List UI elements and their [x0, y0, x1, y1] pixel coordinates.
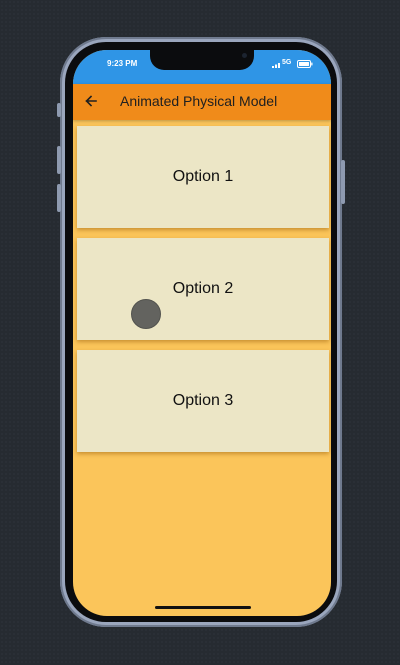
network-type: 5G [282, 59, 292, 66]
touch-pointer-indicator [131, 299, 161, 329]
option-card-3[interactable]: Option 3 [77, 350, 329, 452]
page-title: Animated Physical Model [120, 93, 278, 109]
option-card-1[interactable]: Option 1 [77, 126, 329, 228]
option-card-2[interactable]: Option 2 [77, 238, 329, 340]
phone-volume-up [57, 146, 61, 174]
option-label: Option 3 [172, 392, 234, 409]
phone-mute-switch [57, 103, 61, 117]
arrow-left-icon[interactable] [83, 93, 99, 109]
front-camera [242, 53, 247, 58]
phone-volume-down [57, 184, 61, 212]
app-screen: 9:23 PM 5G Animated Physical Model Optio… [73, 50, 331, 616]
status-time: 9:23 PM [107, 59, 138, 68]
option-label: Option 1 [172, 168, 234, 185]
battery-icon [297, 60, 313, 68]
option-label: Option 2 [172, 280, 234, 297]
phone-power-button [341, 160, 345, 204]
home-indicator[interactable] [155, 606, 251, 609]
app-bar: Animated Physical Model [73, 84, 331, 120]
camera-notch [150, 50, 254, 70]
